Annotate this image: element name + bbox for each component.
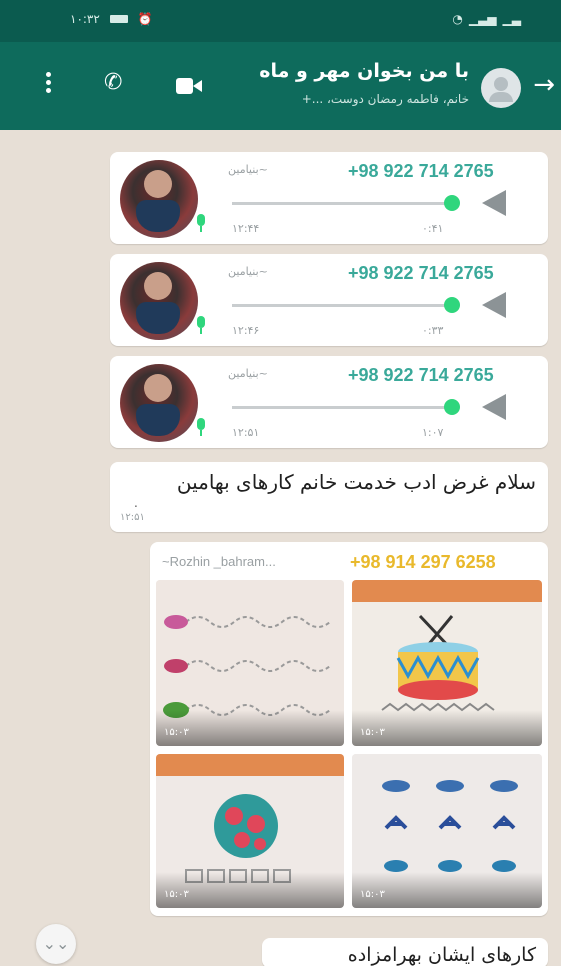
double-chevron-down-icon: ⌄⌄ xyxy=(42,934,70,953)
sender-alias: ~بنیامین xyxy=(228,367,268,380)
mic-icon xyxy=(196,418,206,436)
audio-duration: ۱:۰۷ xyxy=(422,426,444,439)
audio-seek-knob[interactable] xyxy=(444,399,460,415)
audio-seek-knob[interactable] xyxy=(444,297,460,313)
message-time: ۱۲:۴۶ xyxy=(232,324,260,337)
chat-header: → با من بخوان مهر و ماه خانم، فاطمه رمضا… xyxy=(0,42,561,130)
sender-alias: ~Rozhin _bahram... xyxy=(162,554,276,569)
signal-icon: ▁▃ xyxy=(502,12,521,26)
voice-message[interactable]: +98 922 714 2765 ~بنیامین ۰:۴۱ ۱۲:۴۴ xyxy=(110,152,548,244)
sender-avatar[interactable] xyxy=(120,160,198,238)
sender-alias: ~بنیامین xyxy=(228,265,268,278)
audio-duration: ۰:۴۱ xyxy=(422,222,444,235)
text-message[interactable]: کارهای ایشان بهرامزاده xyxy=(262,938,548,966)
alarm-icon: ⏰ xyxy=(137,12,153,26)
wifi-icon: ◔ xyxy=(452,12,463,26)
audio-duration: ۰:۳۳ xyxy=(422,324,444,337)
sender-phone[interactable]: +98 922 714 2765 xyxy=(348,365,494,386)
group-avatar-icon[interactable] xyxy=(481,68,521,108)
video-call-icon[interactable] xyxy=(176,78,202,94)
sender-phone[interactable]: +98 922 714 2765 xyxy=(348,263,494,284)
scroll-to-bottom-button[interactable]: ⌄⌄ xyxy=(36,924,76,964)
battery-icon xyxy=(109,15,128,23)
photo-thumbnail[interactable]: ۱۵:۰۳ xyxy=(156,754,344,908)
photo-thumbnail[interactable]: ۱۵:۰۳ xyxy=(156,580,344,746)
mic-icon xyxy=(196,214,206,232)
chat-subtitle: خانم، فاطمه رمضان دوست، ...+ xyxy=(301,92,469,106)
sender-alias: ~بنیامین xyxy=(228,163,268,176)
mic-icon xyxy=(196,316,206,334)
photo-time: ۱۵:۰۳ xyxy=(360,889,385,900)
sender-phone[interactable]: +98 922 714 2765 xyxy=(348,161,494,182)
image-album-message[interactable]: +98 914 297 6258 ~Rozhin _bahram... ۱۵:۰… xyxy=(150,542,548,916)
back-arrow-icon[interactable]: → xyxy=(533,70,555,100)
message-time: ۱۲:۴۴ xyxy=(232,222,260,235)
photo-time: ۱۵:۰۳ xyxy=(164,727,189,738)
text-message[interactable]: سلام غرض ادب خدمت خانم کارهای بهامین . ۱… xyxy=(110,462,548,532)
voice-message[interactable]: +98 922 714 2765 ~بنیامین ۰:۳۳ ۱۲:۴۶ xyxy=(110,254,548,346)
audio-progress-track[interactable] xyxy=(232,406,454,409)
message-extra: . xyxy=(134,496,138,510)
status-bar: ۱۰:۳۲ ⏰ ◔ ▁▃▅ ▁▃ xyxy=(0,0,561,42)
message-time: ۱۲:۵۱ xyxy=(232,426,260,439)
sender-avatar[interactable] xyxy=(120,364,198,442)
audio-progress-track[interactable] xyxy=(232,202,454,205)
chat-area[interactable]: +98 922 714 2765 ~بنیامین ۰:۴۱ ۱۲:۴۴ +98… xyxy=(0,130,561,966)
play-icon[interactable] xyxy=(482,292,506,318)
clock: ۱۰:۳۲ xyxy=(70,12,100,26)
chat-title[interactable]: با من بخوان مهر و ماه xyxy=(259,60,469,82)
sender-avatar[interactable] xyxy=(120,262,198,340)
voice-message[interactable]: +98 922 714 2765 ~بنیامین ۱:۰۷ ۱۲:۵۱ xyxy=(110,356,548,448)
photo-time: ۱۵:۰۳ xyxy=(360,727,385,738)
audio-seek-knob[interactable] xyxy=(444,195,460,211)
sender-phone[interactable]: +98 914 297 6258 xyxy=(350,552,496,573)
more-vert-icon[interactable] xyxy=(46,72,52,96)
status-right: ◔ ▁▃▅ ▁▃ xyxy=(452,12,521,26)
play-icon[interactable] xyxy=(482,190,506,216)
message-text: سلام غرض ادب خدمت خانم کارهای بهامین xyxy=(176,470,536,494)
voice-call-icon[interactable]: ✆ xyxy=(104,70,122,95)
status-left: ۱۰:۳۲ ⏰ xyxy=(70,12,153,26)
message-text: کارهای ایشان بهرامزاده xyxy=(347,944,536,966)
audio-progress-track[interactable] xyxy=(232,304,454,307)
message-time: ۱۲:۵۱ xyxy=(120,512,145,523)
photo-thumbnail[interactable]: ۱۵:۰۳ xyxy=(352,754,542,908)
photo-thumbnail[interactable]: ۱۵:۰۳ xyxy=(352,580,542,746)
signal-icon: ▁▃▅ xyxy=(468,12,497,26)
play-icon[interactable] xyxy=(482,394,506,420)
photo-time: ۱۵:۰۳ xyxy=(164,889,189,900)
